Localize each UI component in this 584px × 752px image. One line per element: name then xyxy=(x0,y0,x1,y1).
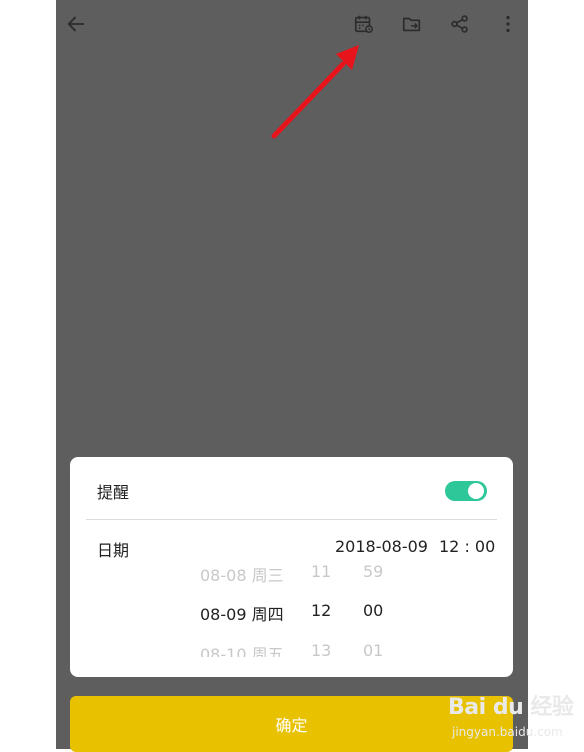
more-vertical-icon[interactable] xyxy=(496,12,520,36)
calendar-clock-icon[interactable] xyxy=(352,12,376,36)
picker-minute-next[interactable]: 01 xyxy=(363,641,383,657)
folder-move-icon[interactable] xyxy=(400,12,424,36)
picker-date-selected[interactable]: 08-09 周四 xyxy=(200,601,284,625)
picker-minute-selected[interactable]: 00 xyxy=(363,601,383,620)
picker-date-prev[interactable]: 08-08 周三 xyxy=(200,562,284,586)
watermark-logo: Bai du 经验 xyxy=(448,695,574,720)
watermark-url: jingyan.baidu.com xyxy=(452,725,563,739)
toggle-knob xyxy=(468,483,484,499)
picker-hour-prev[interactable]: 11 xyxy=(311,562,331,581)
app-screen: 提醒 日期 2018-08-09 12 : 00 08-08 周三 11 59 … xyxy=(56,0,528,749)
divider xyxy=(86,519,497,520)
watermark: Bai du 经验 jingyan.baidu.com xyxy=(448,685,578,749)
picker-date-next[interactable]: 08-10 周五 xyxy=(200,641,284,657)
reminder-dialog: 提醒 日期 2018-08-09 12 : 00 08-08 周三 11 59 … xyxy=(70,457,513,677)
picker-minute-prev[interactable]: 59 xyxy=(363,562,383,581)
arrow-left-icon[interactable] xyxy=(64,12,88,36)
picker-hour-selected[interactable]: 12 xyxy=(311,601,331,620)
date-time-picker[interactable]: 08-08 周三 11 59 08-09 周四 12 00 08-10 周五 1… xyxy=(70,557,513,657)
reminder-label: 提醒 xyxy=(97,483,130,502)
reminder-toggle[interactable] xyxy=(445,481,487,501)
time-value: 12 : 00 xyxy=(439,537,496,556)
share-icon[interactable] xyxy=(448,12,472,36)
date-value: 2018-08-09 xyxy=(335,537,428,556)
picker-hour-next[interactable]: 13 xyxy=(311,641,331,657)
top-toolbar xyxy=(56,0,528,48)
confirm-button[interactable]: 确定 xyxy=(70,696,513,752)
